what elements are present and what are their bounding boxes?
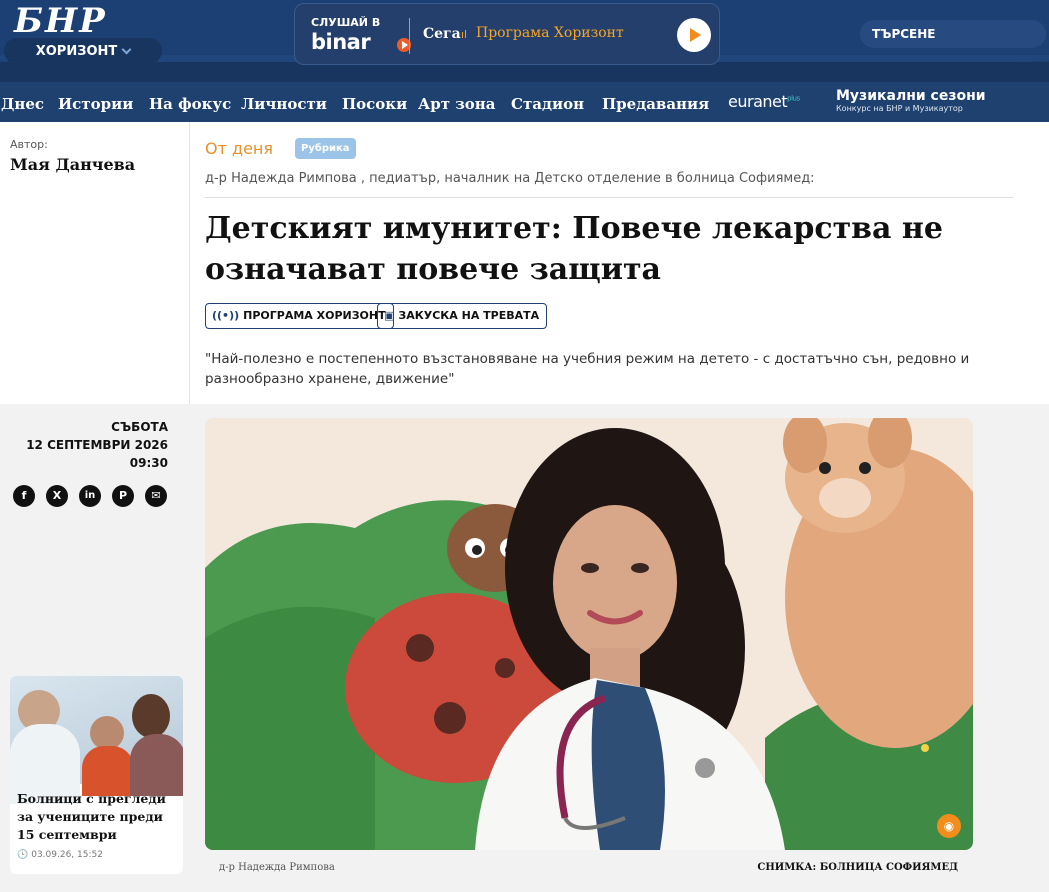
publish-day: СЪБОТА — [111, 420, 168, 434]
category-link[interactable]: От деня — [205, 139, 273, 158]
publish-time: 09:30 — [129, 456, 168, 470]
child-head — [90, 716, 124, 750]
now-playing-label: Сега — [423, 26, 461, 42]
euranet-link[interactable]: euranetplus — [728, 92, 800, 111]
nav-item-art-zona[interactable]: Арт зона — [418, 82, 496, 122]
mother-hair — [132, 694, 170, 738]
nav-item-lichnosti[interactable]: Личности — [241, 82, 327, 122]
nav-item-istorii[interactable]: Истории — [58, 82, 133, 122]
related-article-title: Болници с прегледи за учениците преди 15… — [17, 791, 166, 842]
publish-date: 12 СЕПТЕМВРИ 2026 — [26, 438, 168, 452]
clock-icon: 🕓 — [17, 850, 29, 860]
tag-label: ЗАКУСКА НА ТРЕВАТА — [398, 309, 540, 322]
email-share-icon[interactable]: ✉ — [145, 485, 167, 507]
bnr-logo[interactable]: БНР — [14, 2, 150, 40]
station-selector[interactable]: ХОРИЗОНТ — [4, 38, 162, 64]
article-subtitle: д-р Надежда Римпова , педиатър, началник… — [205, 171, 815, 186]
tag-label: ПРОГРАМА ХОРИЗОНТ — [243, 309, 386, 322]
player-divider — [409, 18, 410, 54]
linkedin-share-icon[interactable]: in — [79, 485, 101, 507]
rubric-badge: Рубрика — [295, 138, 356, 159]
author-name-link[interactable]: Мая Данчева — [10, 155, 135, 174]
related-article-date: 🕓 03.09.26, 15:52 — [17, 850, 103, 860]
related-date-text: 03.09.26, 15:52 — [31, 850, 103, 860]
nav-item-predavania[interactable]: Предавания — [602, 82, 709, 122]
music-seasons-promo[interactable]: Музикални сезони Конкурс на БНР и Музика… — [836, 88, 986, 113]
promo-subtitle: Конкурс на БНР и Музикаутор — [836, 104, 963, 113]
nav-item-na-fokus[interactable]: На фокус — [149, 82, 231, 122]
divider — [205, 197, 1013, 198]
x-share-icon[interactable]: X — [46, 485, 68, 507]
search-label: ТЪРСЕНЕ — [872, 27, 936, 41]
mother-shirt — [130, 734, 183, 796]
chevron-down-icon — [121, 44, 132, 54]
header-wave-dark — [0, 62, 1049, 82]
child-shirt — [82, 746, 134, 796]
equalizer-icon: ıl — [461, 28, 468, 41]
listen-label: СЛУШАЙ В — [311, 16, 381, 29]
now-playing-program: Програма Хоризонт — [476, 25, 624, 41]
tag-program-horizont[interactable]: ((•)) ПРОГРАМА ХОРИЗОНТ — [205, 303, 394, 329]
related-article-card[interactable]: Болници с прегледи за учениците преди 15… — [10, 676, 183, 874]
author-column: Автор: Мая Данчева — [0, 122, 190, 404]
article-main-photo[interactable] — [205, 418, 973, 850]
top-header: БНР ХОРИЗОНТ СЛУШАЙ В binar Сега ıl Прог… — [0, 0, 1049, 82]
pinterest-share-icon[interactable]: P — [112, 485, 134, 507]
euranet-text: euranet — [728, 92, 788, 111]
photo-credit: СНИМКА: БОЛНИЦА СОФИЯМЕД — [757, 862, 958, 873]
facebook-share-icon[interactable]: f — [13, 485, 35, 507]
article-lead: "Най-полезно е постепенното възстановява… — [205, 351, 970, 387]
main-nav: Днес Истории На фокус Личности Посоки Ар… — [0, 82, 1049, 122]
binar-logo: binar — [311, 30, 371, 54]
radio-icon: ▣ — [384, 309, 395, 322]
author-label: Автор: — [10, 138, 48, 151]
tag-breakfast-on-grass[interactable]: ▣ ЗАКУСКА НА ТРЕВАТА — [377, 303, 548, 329]
related-article-image — [10, 676, 183, 804]
photo-illustration — [205, 418, 973, 850]
nav-item-dnes[interactable]: Днес — [1, 82, 44, 122]
euranet-suffix: plus — [787, 94, 800, 103]
station-name: ХОРИЗОНТ — [35, 43, 118, 59]
play-button[interactable] — [677, 18, 711, 52]
nav-item-posoki[interactable]: Посоки — [342, 82, 407, 122]
search-button[interactable]: ТЪРСЕНЕ — [860, 20, 1046, 48]
promo-title: Музикални сезони — [836, 88, 986, 104]
photo-caption: д-р Надежда Римпова — [219, 862, 335, 873]
nav-item-stadion[interactable]: Стадион — [511, 82, 584, 122]
broadcast-icon: ((•)) — [212, 309, 240, 322]
camera-icon[interactable]: ◉ — [937, 814, 961, 838]
article-title: Детският имунитет: Повече лекарства не о… — [205, 211, 943, 287]
live-player[interactable]: СЛУШАЙ В binar Сега ıl Програма Хоризонт — [294, 3, 720, 65]
logo-text: БНР — [14, 1, 107, 41]
